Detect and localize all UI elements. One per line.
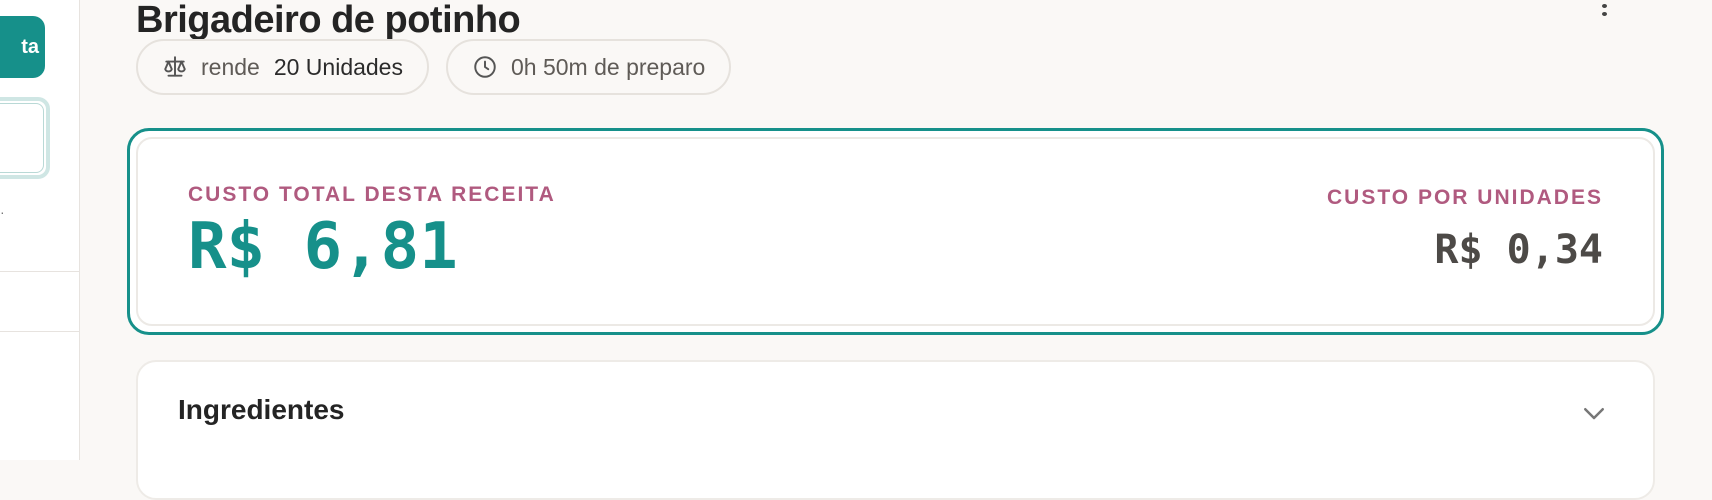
yield-prefix: rende	[201, 53, 260, 80]
sidebar-item-marker: ·	[0, 204, 5, 220]
sidebar-new-recipe-button[interactable]: ta	[0, 16, 45, 78]
sidebar-divider	[0, 331, 79, 332]
total-cost-value: R$ 6,81	[188, 210, 458, 284]
cost-summary-card: CUSTO TOTAL DESTA RECEITA R$ 6,81 CUSTO …	[127, 128, 1664, 335]
sidebar: ta ·	[0, 0, 80, 460]
sidebar-divider	[0, 271, 79, 272]
ingredients-title: Ingredientes	[178, 394, 345, 425]
ingredients-panel[interactable]: Ingredientes	[136, 360, 1655, 500]
sidebar-cta-label: ta	[21, 35, 39, 58]
total-cost-label: CUSTO TOTAL DESTA RECEITA	[188, 183, 556, 206]
yield-value: 20 Unidades	[273, 53, 403, 80]
chevron-down-icon[interactable]	[1579, 398, 1609, 428]
yield-chip: rende 20 Unidades	[136, 39, 429, 95]
prep-time-value: 0h 50m de preparo	[510, 53, 706, 80]
unit-cost-label: CUSTO POR UNIDADES	[1327, 186, 1603, 209]
recipe-meta: rende 20 Unidades 0h 50m de preparo	[136, 39, 732, 95]
clock-icon	[472, 54, 498, 80]
more-vertical-icon[interactable]	[1592, 0, 1616, 16]
scale-icon	[162, 54, 188, 80]
page-title: Brigadeiro de potinho	[136, 0, 521, 42]
sidebar-search-input[interactable]	[0, 97, 50, 179]
unit-cost-block: CUSTO POR UNIDADES R$ 0,34	[1327, 186, 1603, 274]
unit-cost-value: R$ 0,34	[1434, 227, 1603, 273]
prep-time-chip: 0h 50m de preparo	[445, 39, 732, 95]
total-cost-block: CUSTO TOTAL DESTA RECEITA R$ 6,81	[188, 183, 556, 283]
